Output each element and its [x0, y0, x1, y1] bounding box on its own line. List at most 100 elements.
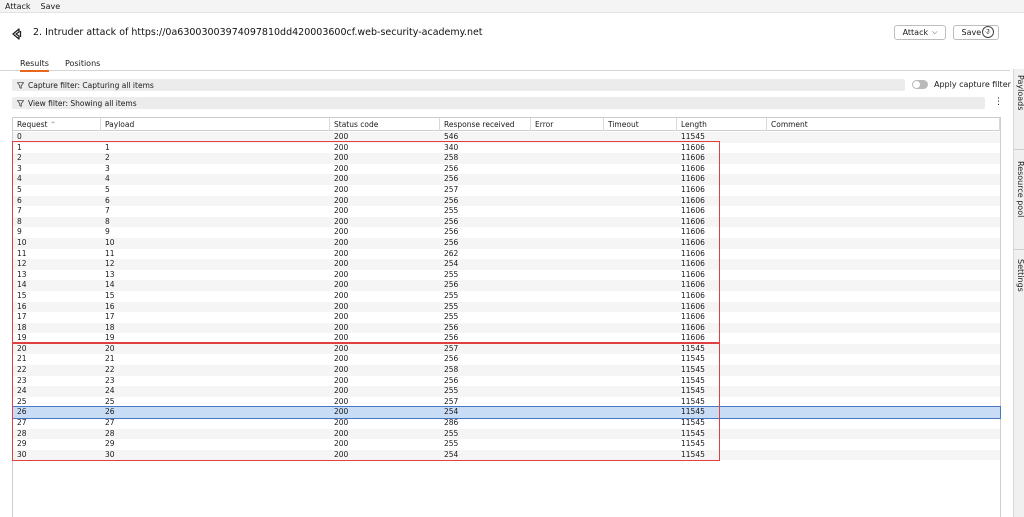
table-cell: 16: [17, 301, 27, 311]
table-cell: 255: [444, 269, 459, 279]
table-cell: 19: [17, 333, 27, 343]
table-cell: 200: [334, 269, 349, 279]
table-cell: 4: [105, 174, 110, 184]
table-cell: 255: [444, 312, 459, 322]
table-row[interactable]: 10 10 200 256 11606: [13, 237, 1000, 249]
table-row[interactable]: 2 2 200 258 11606: [13, 153, 1000, 164]
table-cell: 200: [334, 184, 349, 194]
table-cell: 200: [334, 142, 349, 152]
apply-capture-filter-label: Apply capture filter: [934, 80, 1011, 89]
apply-capture-filter-toggle[interactable]: [912, 80, 928, 89]
table-cell: 28: [105, 428, 115, 438]
table-cell: 14: [17, 280, 27, 290]
table-cell: 1: [17, 142, 22, 152]
table-row[interactable]: 7 7 200 255 11606: [13, 206, 1000, 217]
table-row[interactable]: 23 23 200 256 11545: [13, 376, 1000, 387]
menu-save[interactable]: Save: [41, 2, 61, 11]
table-cell: 11545: [681, 407, 705, 417]
table-row[interactable]: 28 28 200 255 11545: [13, 428, 1000, 440]
table-cell: 17: [17, 312, 27, 322]
column-header-error[interactable]: Error: [531, 118, 604, 131]
capture-filter-bar[interactable]: Capture filter: Capturing all items: [12, 79, 905, 91]
table-row[interactable]: 9 9 200 256 11606: [13, 227, 1000, 238]
table-cell: 255: [444, 301, 459, 311]
table-row[interactable]: 6 6 200 256 11606: [13, 195, 1000, 207]
table-row[interactable]: 16 16 200 255 11606: [13, 301, 1000, 313]
column-header-response-received[interactable]: Response received: [440, 118, 531, 131]
table-row[interactable]: 17 17 200 255 11606: [13, 312, 1000, 323]
table-row[interactable]: 4 4 200 256 11606: [13, 174, 1000, 185]
table-row[interactable]: 5 5 200 257 11606: [13, 185, 1000, 196]
table-row[interactable]: 25 25 200 257 11545: [13, 397, 1000, 408]
table-cell: 200: [334, 354, 349, 364]
table-row[interactable]: 22 22 200 258 11545: [13, 365, 1000, 376]
table-row[interactable]: 13 13 200 255 11606: [13, 270, 1000, 281]
table-cell: 257: [444, 396, 459, 406]
table-row[interactable]: 3 3 200 256 11606: [13, 164, 1000, 175]
table-row[interactable]: 26 26 200 254 11545: [12, 406, 1001, 419]
table-row[interactable]: 0 200 546 11545: [13, 132, 1000, 143]
table-cell: 340: [444, 142, 459, 152]
menu-attack[interactable]: Attack: [5, 2, 31, 11]
table-row[interactable]: 19 19 200 256 11606: [13, 333, 1000, 344]
table-cell: 26: [105, 407, 115, 417]
tab-positions[interactable]: Positions: [65, 59, 100, 68]
table-cell: 256: [444, 237, 459, 247]
column-header-length[interactable]: Length: [677, 118, 767, 131]
table-row[interactable]: 14 14 200 256 11606: [13, 280, 1000, 291]
table-cell: 11606: [681, 312, 705, 322]
table-row[interactable]: 8 8 200 256 11606: [13, 216, 1000, 228]
table-header: Request ⌃ Payload Status code Response rece…: [13, 118, 1000, 131]
table-cell: 24: [17, 386, 27, 396]
table-row[interactable]: 18 18 200 256 11606: [13, 322, 1000, 334]
title-bar: 2. Intruder attack of https://0a63003003…: [0, 13, 1024, 55]
table-cell: 256: [444, 333, 459, 343]
table-cell: 256: [444, 216, 459, 226]
table-cell: 200: [334, 439, 349, 449]
column-header-payload[interactable]: Payload: [101, 118, 330, 131]
sidebar-tab-payloads[interactable]: Payloads: [1014, 75, 1024, 135]
sidebar-tab-settings[interactable]: Settings: [1014, 259, 1024, 319]
table-cell: 10: [17, 237, 27, 247]
sidebar-tab-resource-pool[interactable]: Resource pool: [1014, 161, 1024, 243]
table-cell: 200: [334, 132, 349, 141]
table-row[interactable]: 12 12 200 254 11606: [13, 259, 1000, 270]
table-row[interactable]: 11 11 200 262 11606: [13, 249, 1000, 260]
column-header-request[interactable]: Request ⌃: [13, 118, 101, 131]
table-row[interactable]: 20 20 200 257 11545: [13, 343, 1000, 355]
table-cell: 13: [105, 269, 115, 279]
table-row[interactable]: 21 21 200 256 11545: [13, 354, 1000, 365]
table-row[interactable]: 27 27 200 286 11545: [13, 418, 1000, 429]
table-cell: 11545: [681, 375, 705, 385]
table-cell: 256: [444, 280, 459, 290]
table-cell: 6: [105, 195, 110, 205]
table-cell: 11545: [681, 386, 705, 396]
table-cell: 11606: [681, 248, 705, 258]
table-cell: 262: [444, 248, 459, 258]
table-cell: 256: [444, 322, 459, 332]
table-cell: 19: [105, 333, 115, 343]
table-cell: 11: [105, 248, 115, 258]
table-row[interactable]: 1 1 200 340 11606: [13, 143, 1000, 154]
table-cell: 546: [444, 132, 459, 141]
more-options-icon[interactable]: ⋮: [994, 98, 1003, 107]
table-cell: 7: [17, 206, 22, 216]
table-cell: 3: [17, 163, 22, 173]
attack-button[interactable]: Attack ⌵: [894, 25, 946, 40]
table-row[interactable]: 30 30 200 254 11545: [13, 449, 1000, 461]
column-header-timeout[interactable]: Timeout: [604, 118, 677, 131]
table-cell: 20: [17, 343, 27, 353]
view-filter-bar[interactable]: View filter: Showing all items: [12, 97, 985, 109]
column-header-comment[interactable]: Comment: [767, 118, 1000, 131]
help-icon[interactable]: ?: [982, 26, 994, 38]
table-row[interactable]: 24 24 200 255 11545: [13, 386, 1000, 397]
column-header-status-code[interactable]: Status code: [330, 118, 440, 131]
sidebar-divider: [1014, 249, 1024, 250]
table-cell: 256: [444, 174, 459, 184]
table-cell: 200: [334, 418, 349, 428]
tab-results[interactable]: Results: [20, 59, 49, 72]
table-row[interactable]: 15 15 200 255 11606: [13, 291, 1000, 302]
table-row[interactable]: 29 29 200 255 11545: [13, 439, 1000, 450]
table-cell: 200: [334, 227, 349, 237]
table-cell: 258: [444, 153, 459, 163]
